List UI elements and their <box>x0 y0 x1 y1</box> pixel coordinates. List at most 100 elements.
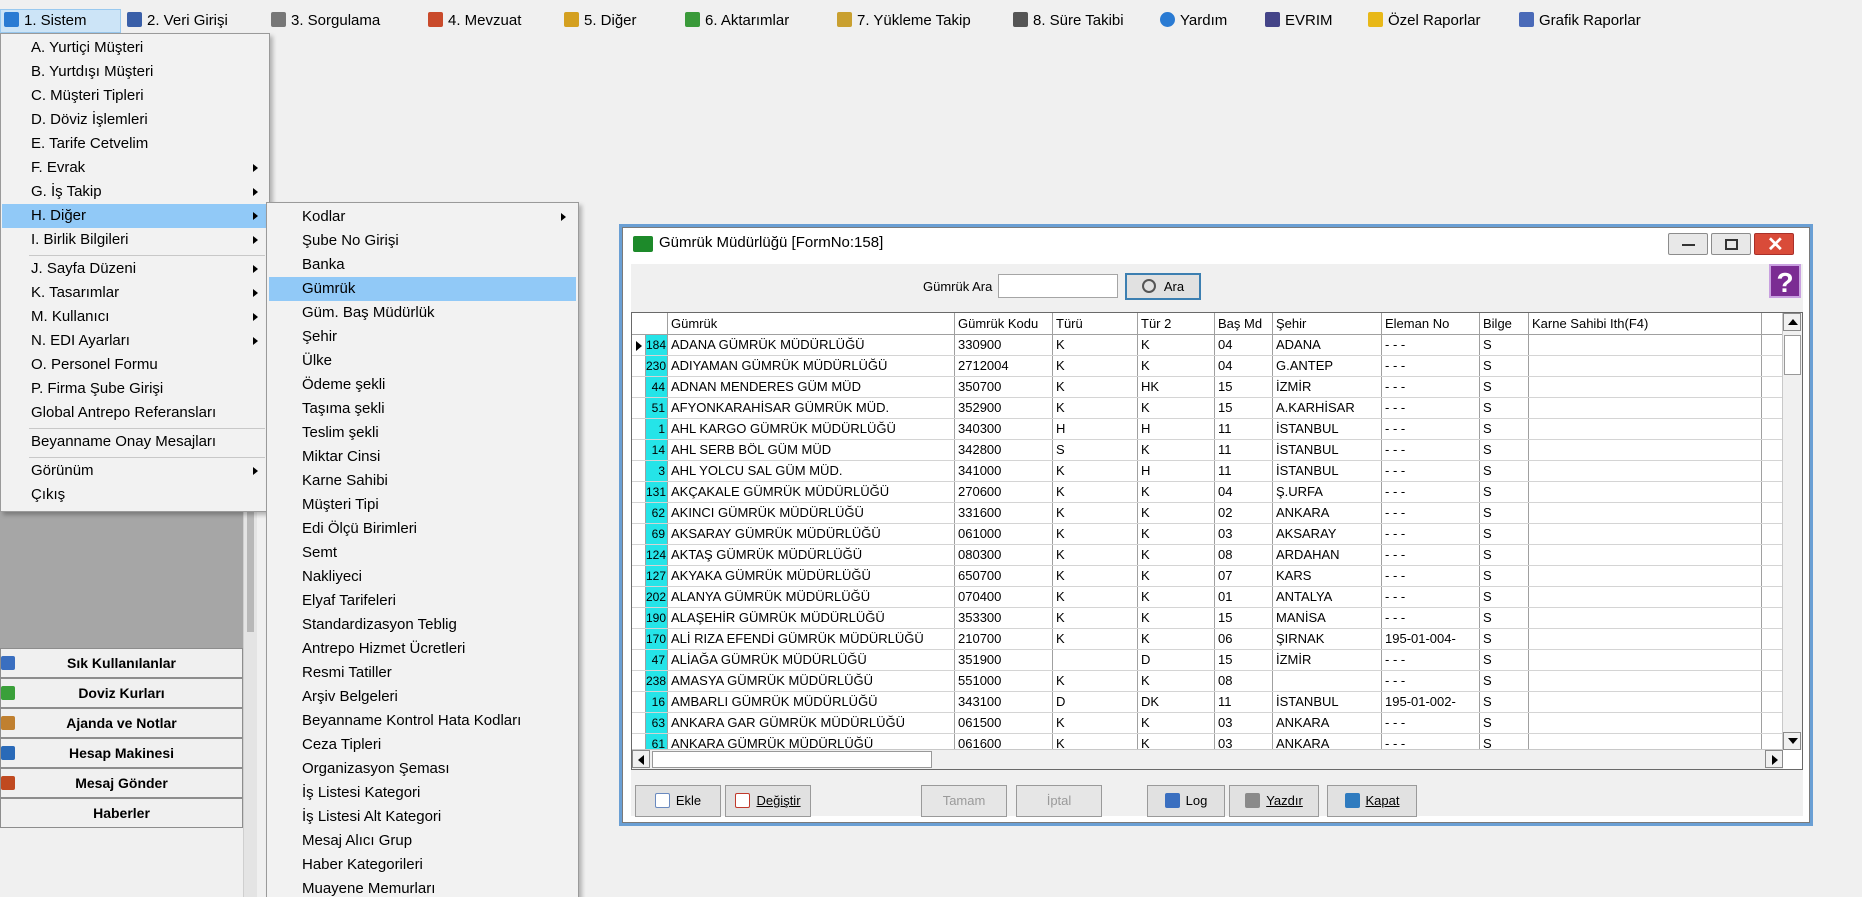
news-button[interactable]: Haberler <box>0 798 243 828</box>
table-cell[interactable]: ANTALYA <box>1273 587 1382 607</box>
submenu-item[interactable]: Güm. Baş Müdürlük <box>269 301 576 325</box>
menu-item-birlik-bilgileri[interactable]: I. Birlik Bilgileri <box>2 228 268 252</box>
table-cell[interactable] <box>1529 335 1762 355</box>
scroll-left-button[interactable] <box>632 750 650 768</box>
column-header[interactable]: Şehir <box>1273 313 1382 334</box>
table-cell[interactable]: 03 <box>1215 524 1273 544</box>
table-cell[interactable]: 340300 <box>955 419 1053 439</box>
menu-item-cikis[interactable]: Çıkış <box>2 483 268 507</box>
table-cell[interactable]: 04 <box>1215 356 1273 376</box>
menu-item-gorunum[interactable]: Görünüm <box>2 459 268 483</box>
submenu-item[interactable]: Edi Ölçü Birimleri <box>269 517 576 541</box>
table-cell[interactable]: 061000 <box>955 524 1053 544</box>
table-cell[interactable]: K <box>1053 335 1138 355</box>
table-cell[interactable] <box>1529 461 1762 481</box>
row-selector[interactable] <box>632 713 646 733</box>
table-cell[interactable]: D <box>1138 650 1215 670</box>
table-cell[interactable]: 650700 <box>955 566 1053 586</box>
table-row[interactable]: 62 AKINCI GÜMRÜK MÜDÜRLÜĞÜ 331600 K K 02 ANKAR… <box>632 503 1783 524</box>
calculator-button[interactable]: Hesap Makinesi <box>0 738 243 768</box>
log-button[interactable]: Log <box>1147 785 1225 817</box>
menu-evrim[interactable]: EVRIM <box>1262 9 1333 33</box>
table-cell[interactable]: S <box>1480 461 1529 481</box>
table-cell[interactable] <box>1529 482 1762 502</box>
column-header[interactable]: Gümrük Kodu <box>955 313 1053 334</box>
scroll-down-button[interactable] <box>1783 732 1801 750</box>
table-cell[interactable]: 351900 <box>955 650 1053 670</box>
table-cell[interactable]: ADANA GÜMRÜK MÜDÜRLÜĞÜ <box>668 335 955 355</box>
table-cell[interactable]: K <box>1053 482 1138 502</box>
row-selector[interactable] <box>632 419 646 439</box>
submenu-item[interactable]: Teslim şekli <box>269 421 576 445</box>
row-selector[interactable] <box>632 566 646 586</box>
row-selector[interactable] <box>632 335 646 355</box>
scroll-right-button[interactable] <box>1765 750 1783 768</box>
table-cell[interactable]: İSTANBUL <box>1273 461 1382 481</box>
table-cell[interactable] <box>1529 503 1762 523</box>
submenu-item[interactable]: Resmi Tatiller <box>269 661 576 685</box>
menu-item-tasarimlar[interactable]: K. Tasarımlar <box>2 281 268 305</box>
search-button[interactable]: Ara <box>1125 273 1201 300</box>
table-cell[interactable]: S <box>1053 440 1138 460</box>
menu-sistem[interactable]: 1. Sistem <box>0 9 121 33</box>
table-cell[interactable]: - - - <box>1382 482 1480 502</box>
table-row[interactable]: 184 ADANA GÜMRÜK MÜDÜRLÜĞÜ 330900 K K 04 ADANA… <box>632 335 1783 356</box>
table-cell[interactable]: ADIYAMAN GÜMRÜK MÜDÜRLÜĞÜ <box>668 356 955 376</box>
menu-item-yurtdisi-musteri[interactable]: B. Yurtdışı Müşteri <box>2 60 268 84</box>
table-cell[interactable]: S <box>1480 377 1529 397</box>
table-cell[interactable]: S <box>1480 503 1529 523</box>
menu-yardim[interactable]: Yardım <box>1157 9 1227 33</box>
menu-item-yurtici-musteri[interactable]: A. Yurtiçi Müşteri <box>2 36 268 60</box>
close-button[interactable]: ✕ <box>1754 233 1794 256</box>
table-cell[interactable]: S <box>1480 713 1529 733</box>
submenu-item[interactable]: Nakliyeci <box>269 565 576 589</box>
table-cell[interactable]: ALANYA GÜMRÜK MÜDÜRLÜĞÜ <box>668 587 955 607</box>
table-cell[interactable]: AHL YOLCU SAL GÜM MÜD. <box>668 461 955 481</box>
table-cell[interactable]: K <box>1053 398 1138 418</box>
row-selector[interactable] <box>632 356 646 376</box>
menu-ozel-raporlar[interactable]: Özel Raporlar <box>1365 9 1481 33</box>
favorites-button[interactable]: Sık Kullanılanlar <box>0 648 243 678</box>
table-cell[interactable]: S <box>1480 524 1529 544</box>
menu-item-diger[interactable]: H. Diğer <box>2 204 268 228</box>
ok-button[interactable]: Tamam <box>921 785 1007 817</box>
maximize-button[interactable] <box>1711 233 1751 255</box>
submenu-item[interactable]: Standardizasyon Teblig <box>269 613 576 637</box>
table-cell[interactable]: 270600 <box>955 482 1053 502</box>
table-row[interactable]: 202 ALANYA GÜMRÜK MÜDÜRLÜĞÜ 070400 K K 01 ANTA… <box>632 587 1783 608</box>
table-cell[interactable]: S <box>1480 419 1529 439</box>
column-header[interactable]: Bilge <box>1480 313 1529 334</box>
table-cell[interactable]: S <box>1480 566 1529 586</box>
table-cell[interactable]: K <box>1138 713 1215 733</box>
table-cell[interactable]: HK <box>1138 377 1215 397</box>
table-cell[interactable]: K <box>1053 566 1138 586</box>
table-cell[interactable]: K <box>1053 671 1138 691</box>
submenu-item[interactable]: Banka <box>269 253 576 277</box>
menu-item-beyanname-onay[interactable]: Beyanname Onay Mesajları <box>2 430 268 454</box>
table-cell[interactable]: - - - <box>1382 356 1480 376</box>
row-selector[interactable] <box>632 671 646 691</box>
table-cell[interactable]: AMASYA GÜMRÜK MÜDÜRLÜĞÜ <box>668 671 955 691</box>
table-cell[interactable]: 08 <box>1215 545 1273 565</box>
table-cell[interactable]: 08 <box>1215 671 1273 691</box>
table-row[interactable]: 238 AMASYA GÜMRÜK MÜDÜRLÜĞÜ 551000 K K 08 - -… <box>632 671 1783 692</box>
table-cell[interactable]: AKINCI GÜMRÜK MÜDÜRLÜĞÜ <box>668 503 955 523</box>
table-cell[interactable]: 01 <box>1215 587 1273 607</box>
table-cell[interactable]: AKSARAY <box>1273 524 1382 544</box>
table-cell[interactable]: ANKARA <box>1273 713 1382 733</box>
submenu-item[interactable]: Gümrük <box>269 277 576 301</box>
table-cell[interactable] <box>1529 440 1762 460</box>
table-cell[interactable]: 15 <box>1215 608 1273 628</box>
table-cell[interactable]: G.ANTEP <box>1273 356 1382 376</box>
table-cell[interactable]: S <box>1480 608 1529 628</box>
table-cell[interactable]: AHL SERB BÖL GÜM MÜD <box>668 440 955 460</box>
table-cell[interactable] <box>1529 608 1762 628</box>
table-cell[interactable]: 11 <box>1215 461 1273 481</box>
column-header[interactable]: Tür 2 <box>1138 313 1215 334</box>
table-cell[interactable]: S <box>1480 440 1529 460</box>
column-header[interactable]: Gümrük <box>668 313 955 334</box>
menu-item-personel-formu[interactable]: O. Personel Formu <box>2 353 268 377</box>
table-cell[interactable]: 210700 <box>955 629 1053 649</box>
vertical-scrollbar[interactable] <box>1782 313 1802 750</box>
table-cell[interactable]: AKTAŞ GÜMRÜK MÜDÜRLÜĞÜ <box>668 545 955 565</box>
